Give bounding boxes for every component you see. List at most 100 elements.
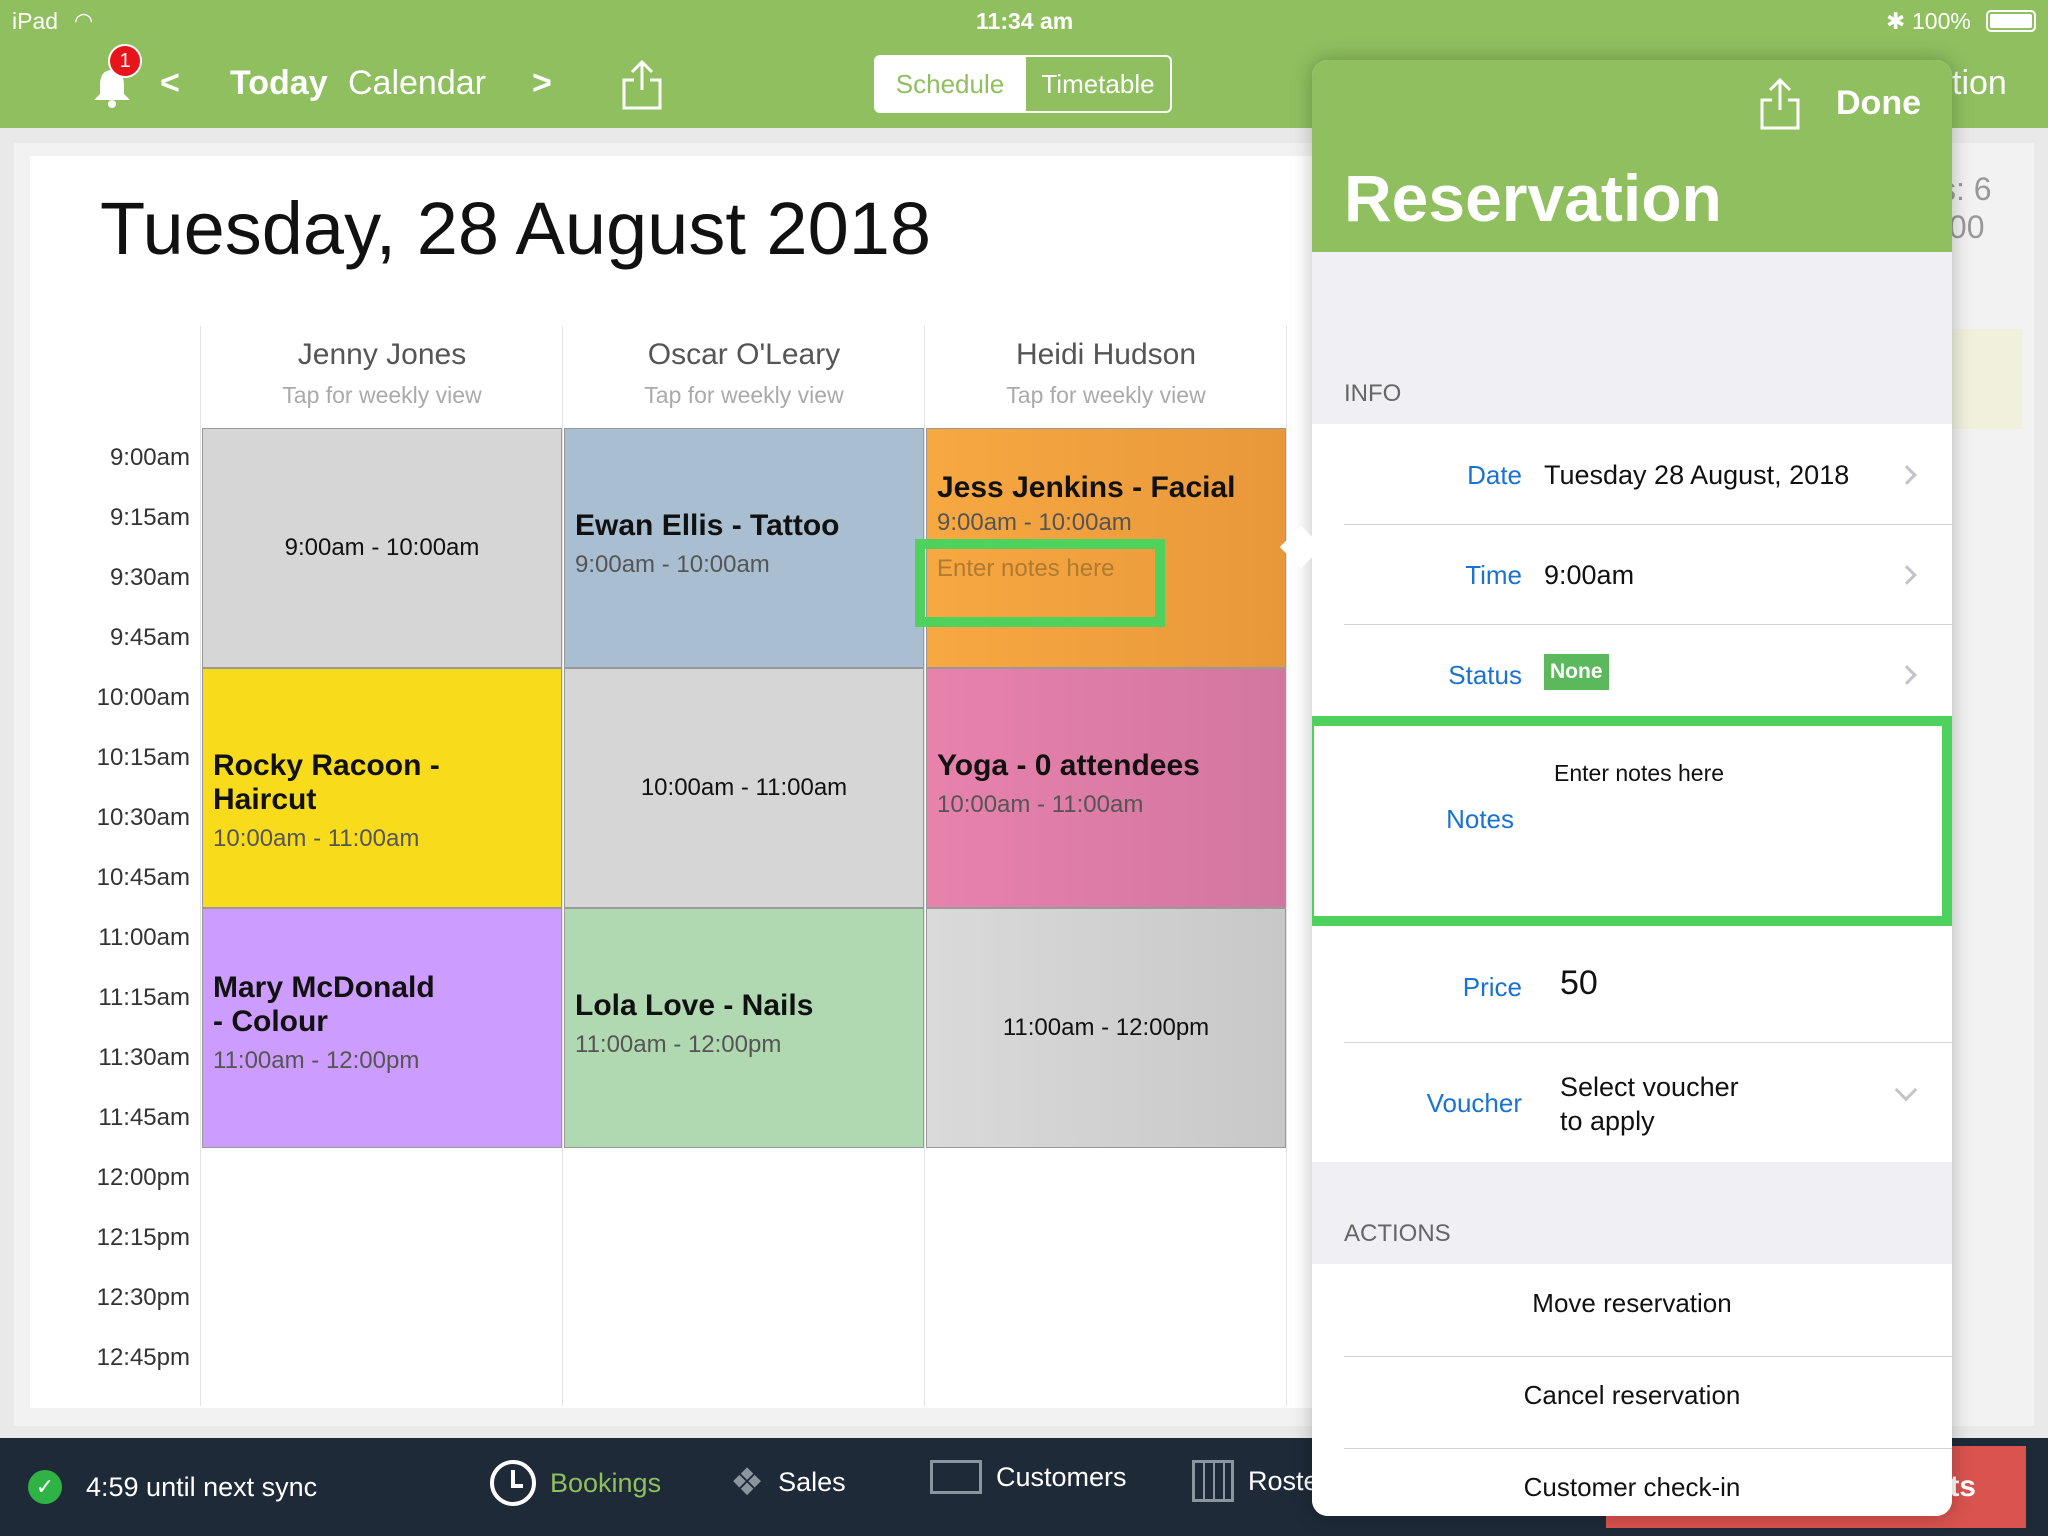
tab-label: Roste [1248, 1465, 1319, 1496]
time-label: 12:15pm [96, 1224, 190, 1251]
next-day-button[interactable]: > [532, 64, 552, 103]
move-reservation-button[interactable]: Move reservation [1312, 1288, 1952, 1319]
popover-share-button[interactable] [1758, 76, 1802, 132]
appointment-time: 11:00am - 12:00pm [1002, 1014, 1210, 1041]
calendar-button[interactable]: Calendar [348, 64, 486, 103]
time-label: 12:45pm [96, 1344, 190, 1371]
tab-label: Sales [778, 1467, 846, 1497]
segment-timetable[interactable]: Timetable [1024, 55, 1172, 113]
battery-percent: 100% [1912, 8, 1971, 34]
gridline [924, 326, 925, 1406]
notes-label: Notes [1446, 804, 1514, 834]
appointment-mary-mcdonald[interactable]: Mary McDonald - Colour 11:00am - 12:00pm [202, 908, 562, 1148]
appointment-slot-empty[interactable]: 10:00am - 11:00am [564, 668, 924, 908]
status-label: Status [1448, 660, 1522, 690]
device-name: iPad [12, 8, 59, 34]
time-label: 10:00am [96, 684, 190, 711]
time-label: 11:30am [98, 1044, 190, 1071]
time-label: 10:15am [96, 744, 190, 771]
appointment-title: Jess Jenkins - Facial [937, 471, 1236, 504]
time-label: 12:00pm [96, 1164, 190, 1191]
previous-day-button[interactable]: < [160, 64, 180, 103]
popover-body: INFO Date Tuesday 28 August, 2018 Time 9… [1312, 252, 1952, 1516]
appointment-notes-highlight[interactable]: Enter notes here [915, 539, 1165, 627]
segment-schedule[interactable]: Schedule [874, 55, 1026, 113]
appointment-time: 9:00am - 10:00am [284, 534, 480, 561]
price-input[interactable]: 50 [1560, 964, 1598, 1003]
voucher-label: Voucher [1426, 1088, 1522, 1118]
appointment-time: 10:00am - 11:00am [937, 791, 1144, 818]
appointment-slot-empty[interactable]: 11:00am - 12:00pm [926, 908, 1286, 1148]
date-label: Date [1467, 460, 1522, 490]
tab-bookings[interactable]: Bookings [490, 1460, 661, 1506]
page-title: Tuesday, 28 August 2018 [100, 187, 932, 270]
column-header-jenny[interactable]: Jenny Jones Tap for weekly view [202, 338, 562, 409]
weekly-view-hint: Tap for weekly view [644, 382, 844, 408]
appointment-slot-empty[interactable]: 9:00am - 10:00am [202, 428, 562, 668]
voucher-row[interactable]: Voucher Select voucher to apply [1312, 1042, 1952, 1162]
tab-customers[interactable]: Customers [930, 1460, 1127, 1494]
appointment-title-line1: Mary McDonald [213, 971, 435, 1004]
chevron-down-icon [1894, 1078, 1918, 1102]
status-bar: iPad ◠ 11:34 am ✱ 100% [0, 0, 2048, 40]
info-section-header: INFO [1344, 380, 1402, 407]
notifications-button[interactable]: 1 [88, 44, 142, 110]
today-button[interactable]: Today [230, 64, 328, 103]
notes-row[interactable]: Enter notes here Notes [1312, 716, 1952, 926]
time-label: Time [1465, 560, 1522, 590]
appointment-lola-love[interactable]: Lola Love - Nails 11:00am - 12:00pm [564, 908, 924, 1148]
appointment-time: 9:00am - 10:00am [575, 551, 770, 578]
tab-sales[interactable]: ❖ Sales [730, 1460, 846, 1505]
cancel-reservation-button[interactable]: Cancel reservation [1312, 1380, 1952, 1411]
row-separator [1344, 1356, 1952, 1357]
staff-name: Jenny Jones [297, 338, 467, 371]
stats-card [1950, 329, 2022, 429]
customer-check-in-button[interactable]: Customer check-in [1312, 1472, 1952, 1503]
chevron-right-icon [1897, 465, 1917, 485]
tab-label: Bookings [550, 1467, 662, 1498]
tab-label: Customers [996, 1461, 1127, 1492]
time-label: 10:30am [96, 804, 190, 831]
appointment-yoga[interactable]: Yoga - 0 attendees 10:00am - 11:00am [926, 668, 1286, 908]
time-label: 9:00am [109, 444, 190, 471]
clock-icon [490, 1460, 536, 1506]
nav-right-partial: tion [1952, 64, 2007, 102]
column-header-oscar[interactable]: Oscar O'Leary Tap for weekly view [564, 338, 924, 409]
time-row[interactable]: Time 9:00am [1312, 524, 1952, 624]
price-row[interactable]: Price 50 [1312, 926, 1952, 1042]
status-row[interactable]: Status None [1312, 624, 1952, 724]
row-separator [1344, 1448, 1952, 1449]
time-label: 9:45am [109, 624, 190, 651]
gridline [562, 326, 563, 1406]
checkout-label-partial: ts [1949, 1470, 1976, 1503]
chevron-right-icon [1897, 665, 1917, 685]
appointment-title: Ewan Ellis - Tattoo [575, 509, 840, 542]
appointment-time: 10:00am - 11:00am [640, 774, 848, 801]
time-label: 9:30am [109, 564, 190, 591]
chevron-right-icon [1897, 565, 1917, 585]
sync-check-icon: ✓ [28, 1470, 62, 1504]
notes-input[interactable]: Enter notes here [1554, 760, 1724, 787]
popover-title: Reservation [1344, 161, 1722, 235]
share-button[interactable] [620, 58, 664, 112]
gridline [200, 326, 201, 1406]
price-label: Price [1462, 972, 1522, 1002]
appointment-time: 10:00am - 11:00am [213, 825, 420, 852]
battery-icon [1986, 10, 2036, 32]
time-value: 9:00am [1544, 560, 1635, 590]
voucher-placeholder-line1: Select voucher [1560, 1072, 1739, 1102]
wifi-icon: ◠ [74, 8, 94, 33]
weekly-view-hint: Tap for weekly view [1006, 382, 1206, 408]
sync-status: 4:59 until next sync [86, 1472, 318, 1502]
appointment-rocky-racoon[interactable]: Rocky Racoon - Haircut 10:00am - 11:00am [202, 668, 562, 908]
customers-icon [930, 1460, 982, 1494]
column-header-heidi[interactable]: Heidi Hudson Tap for weekly view [926, 338, 1286, 409]
time-label: 11:00am [98, 924, 190, 951]
appointment-time: 11:00am - 12:00pm [213, 1047, 420, 1074]
date-row[interactable]: Date Tuesday 28 August, 2018 [1312, 424, 1952, 524]
tab-roster[interactable]: Roste [1192, 1460, 1319, 1502]
appointment-ewan-ellis[interactable]: Ewan Ellis - Tattoo 9:00am - 10:00am [564, 428, 924, 668]
done-button[interactable]: Done [1836, 84, 1921, 123]
appointment-time: 11:00am - 12:00pm [575, 1031, 782, 1058]
voucher-placeholder-line2: to apply [1560, 1106, 1655, 1136]
